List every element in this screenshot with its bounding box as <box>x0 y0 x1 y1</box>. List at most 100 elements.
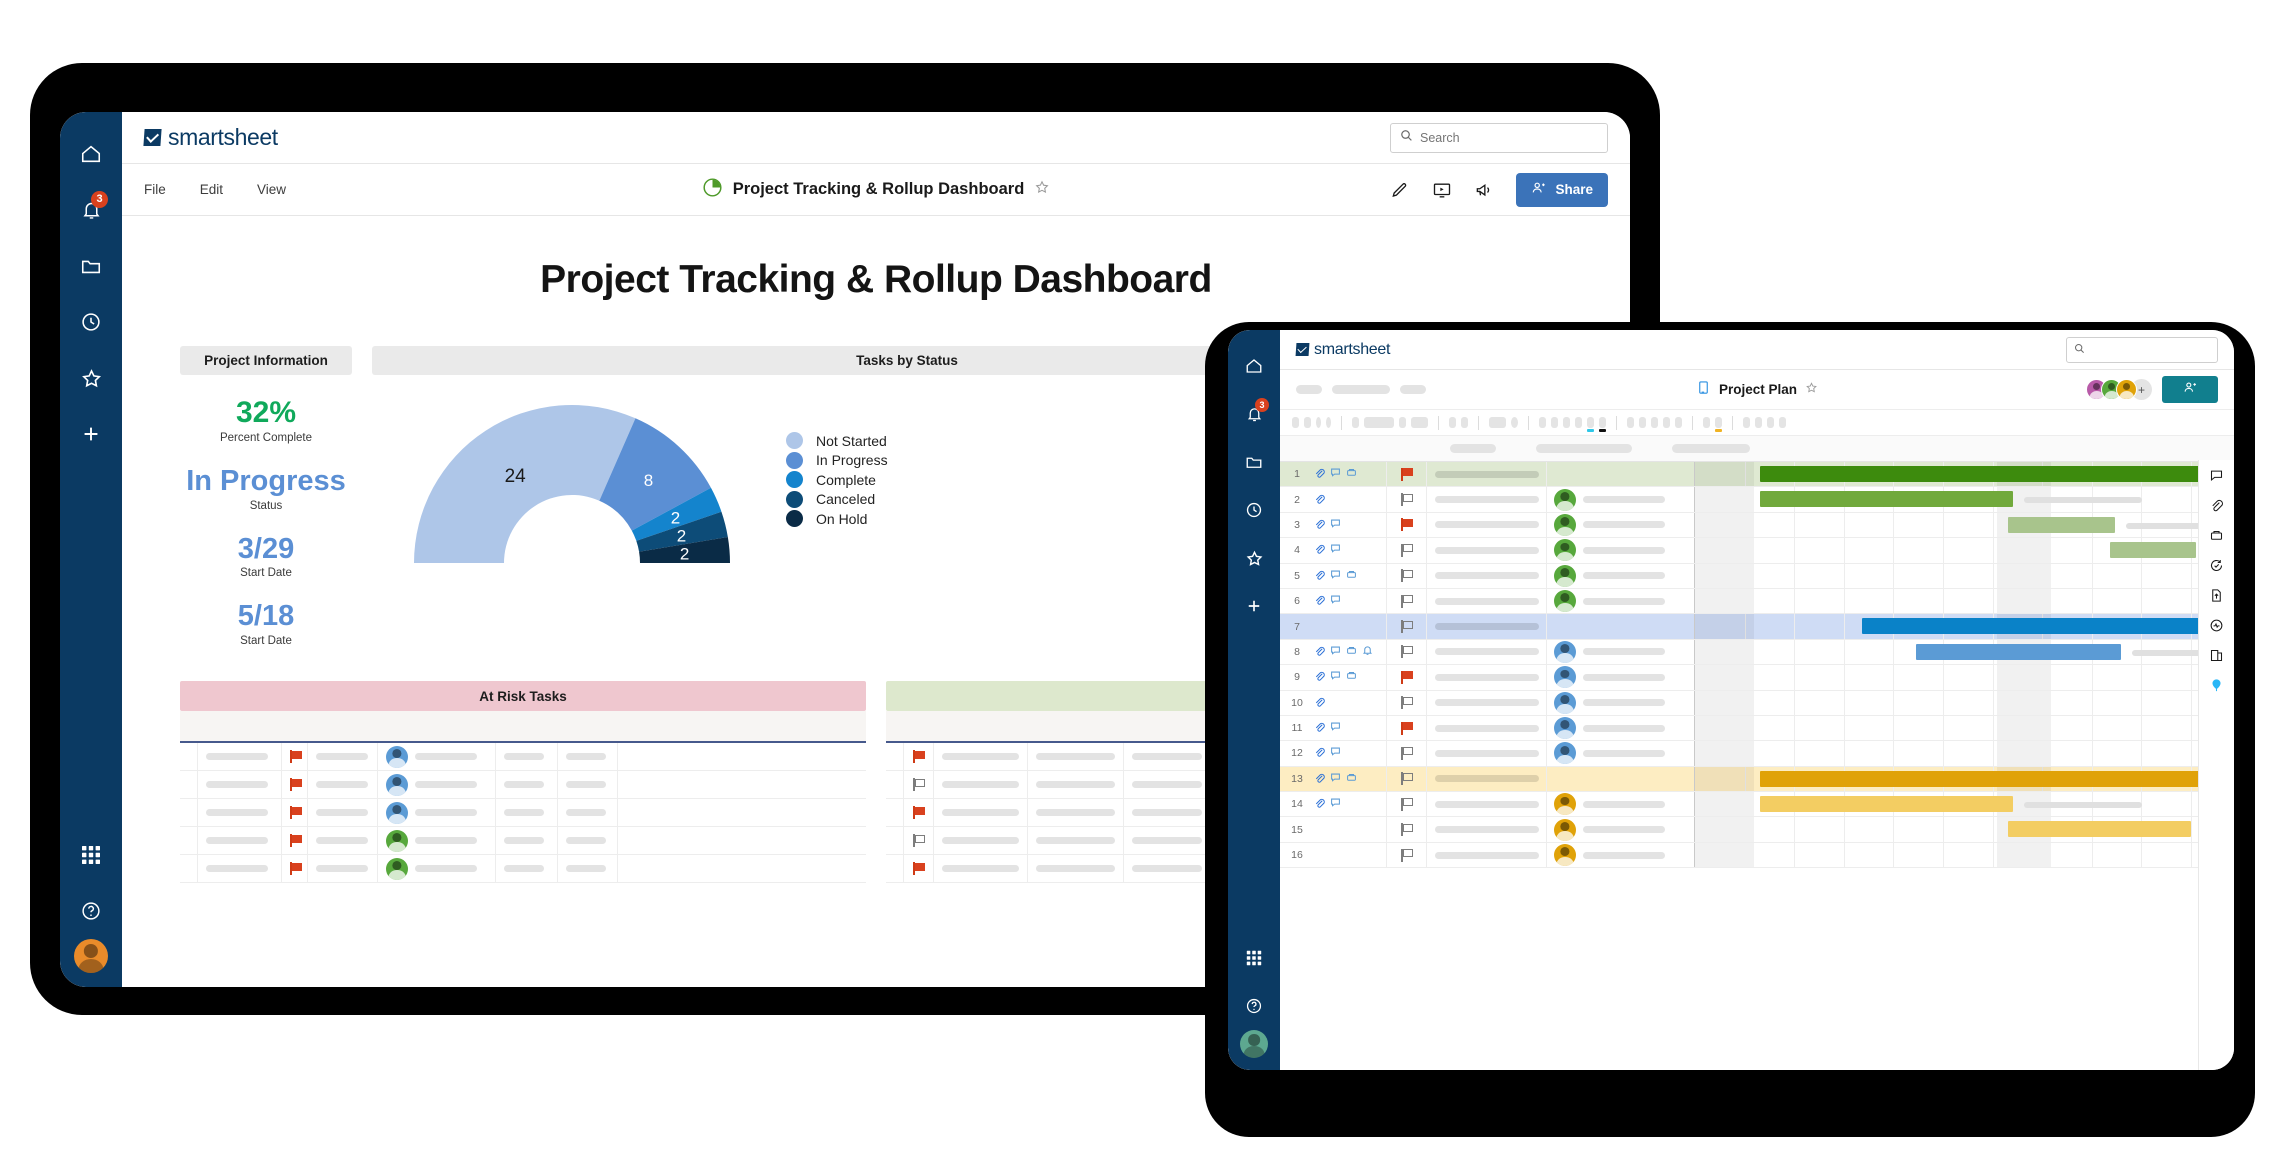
toolbar-button[interactable] <box>1575 417 1582 428</box>
flag-icon-gray[interactable] <box>1401 620 1413 634</box>
proof-icon[interactable] <box>1346 569 1357 583</box>
plus-icon[interactable] <box>1228 582 1280 630</box>
share-button[interactable]: Share <box>1516 172 1608 207</box>
menu-skeleton[interactable] <box>1332 385 1390 394</box>
column-header-skeleton[interactable] <box>1450 444 1496 453</box>
gantt-bar[interactable] <box>1759 491 2013 508</box>
star-icon[interactable] <box>1228 534 1280 582</box>
flag-icon-gray[interactable] <box>1401 569 1413 583</box>
conversations-icon[interactable] <box>2209 468 2224 483</box>
user-avatar[interactable] <box>1240 1030 1268 1058</box>
clock-icon[interactable] <box>60 294 122 350</box>
grid-row[interactable]: 6 <box>1280 588 2234 615</box>
star-icon[interactable] <box>60 350 122 406</box>
flag-icon-red[interactable] <box>290 834 302 847</box>
gantt-cell[interactable] <box>1694 766 2234 792</box>
row-flag-cell[interactable] <box>1386 487 1426 512</box>
assigned-to-cell[interactable] <box>1546 588 1694 614</box>
column-header-skeleton[interactable] <box>1672 444 1750 453</box>
toolbar-button[interactable] <box>1489 417 1506 428</box>
proofs-icon[interactable] <box>2209 528 2224 543</box>
row-flag-cell[interactable] <box>1386 614 1426 639</box>
task-name-cell[interactable] <box>1426 487 1546 512</box>
toolbar-button[interactable] <box>1715 417 1722 432</box>
comment-icon[interactable] <box>1330 797 1341 811</box>
assigned-to-cell[interactable] <box>1546 639 1694 665</box>
grid-row[interactable]: 14 <box>1280 792 2234 818</box>
gantt-cell[interactable] <box>1694 487 2234 512</box>
smartsheet-logo[interactable]: smartsheet <box>143 124 278 151</box>
flag-icon-gray[interactable] <box>1401 493 1413 507</box>
toolbar-button[interactable] <box>1551 417 1558 428</box>
balloon-icon[interactable] <box>2209 678 2224 693</box>
flag-icon-red[interactable] <box>290 778 302 791</box>
row-flag-cell[interactable] <box>1386 639 1426 665</box>
task-name-cell[interactable] <box>1426 715 1546 741</box>
toolbar-button[interactable] <box>1399 417 1406 428</box>
task-name-cell[interactable] <box>1426 741 1546 766</box>
toolbar-button[interactable] <box>1539 417 1546 428</box>
table-row[interactable] <box>180 742 866 771</box>
comment-icon[interactable] <box>1330 772 1341 786</box>
flag-icon-red[interactable] <box>1401 721 1413 735</box>
task-name-cell[interactable] <box>1426 665 1546 690</box>
task-name-cell[interactable] <box>1426 817 1546 842</box>
assigned-to-cell[interactable] <box>1546 538 1694 563</box>
share-button[interactable] <box>2162 376 2218 403</box>
gantt-cell[interactable] <box>1694 690 2234 715</box>
assigned-to-cell[interactable] <box>1546 563 1694 588</box>
gantt-bar[interactable] <box>1915 643 2121 660</box>
grid-row[interactable]: 12 <box>1280 741 2234 767</box>
publish-icon[interactable] <box>2209 588 2224 603</box>
search-input[interactable] <box>2085 344 2210 356</box>
attachment-icon[interactable] <box>1314 594 1325 608</box>
task-name-cell[interactable] <box>1426 614 1546 639</box>
update-requests-icon[interactable] <box>2209 558 2224 573</box>
task-name-cell[interactable] <box>1426 588 1546 614</box>
grid-row[interactable]: 15 <box>1280 817 2234 843</box>
comment-icon[interactable] <box>1330 746 1341 760</box>
grid-row[interactable]: 8 <box>1280 639 2234 666</box>
assigned-to-cell[interactable] <box>1546 690 1694 715</box>
row-flag-cell[interactable] <box>1386 766 1426 792</box>
row-flag-cell[interactable] <box>1386 512 1426 538</box>
gantt-bar[interactable] <box>1759 770 2202 787</box>
comment-icon[interactable] <box>1330 594 1341 608</box>
toolbar-button[interactable] <box>1461 417 1468 428</box>
bell-icon[interactable] <box>1362 645 1373 659</box>
table-row[interactable] <box>180 854 866 883</box>
menu-skeleton[interactable] <box>1400 385 1426 394</box>
gantt-cell[interactable] <box>1694 563 2234 588</box>
help-icon[interactable] <box>60 883 122 939</box>
gantt-cell[interactable] <box>1694 512 2234 538</box>
task-name-cell[interactable] <box>1426 766 1546 792</box>
task-name-cell[interactable] <box>1426 512 1546 538</box>
grid-row[interactable]: 1 <box>1280 462 2234 488</box>
flag-icon-red[interactable] <box>1401 670 1413 684</box>
clock-icon[interactable] <box>1228 486 1280 534</box>
assigned-to-cell[interactable] <box>1546 665 1694 690</box>
gantt-cell[interactable] <box>1694 462 2234 487</box>
summary-icon[interactable] <box>2209 648 2224 663</box>
toolbar-button[interactable] <box>1563 417 1570 428</box>
toolbar-button[interactable] <box>1743 417 1750 428</box>
row-flag-cell[interactable] <box>1386 665 1426 690</box>
row-flag-cell[interactable] <box>1386 715 1426 741</box>
flag-icon-gray[interactable] <box>1401 797 1413 811</box>
proof-icon[interactable] <box>1346 645 1357 659</box>
column-header-skeleton[interactable] <box>1536 444 1632 453</box>
gantt-cell[interactable] <box>1694 715 2234 741</box>
menu-file[interactable]: File <box>144 182 166 197</box>
attachment-icon[interactable] <box>1314 518 1325 532</box>
flag-icon-gray[interactable] <box>1401 772 1413 786</box>
grid-row[interactable]: 10 <box>1280 690 2234 716</box>
grid-row[interactable]: 5 <box>1280 563 2234 589</box>
table-row[interactable] <box>180 798 866 827</box>
plus-icon[interactable] <box>60 406 122 462</box>
task-name-cell[interactable] <box>1426 690 1546 715</box>
grid-row[interactable]: 16 <box>1280 842 2234 869</box>
assigned-to-cell[interactable] <box>1546 766 1694 792</box>
grid-row[interactable]: 7 <box>1280 614 2234 640</box>
attachment-icon[interactable] <box>1314 569 1325 583</box>
gantt-cell[interactable] <box>1694 639 2234 665</box>
